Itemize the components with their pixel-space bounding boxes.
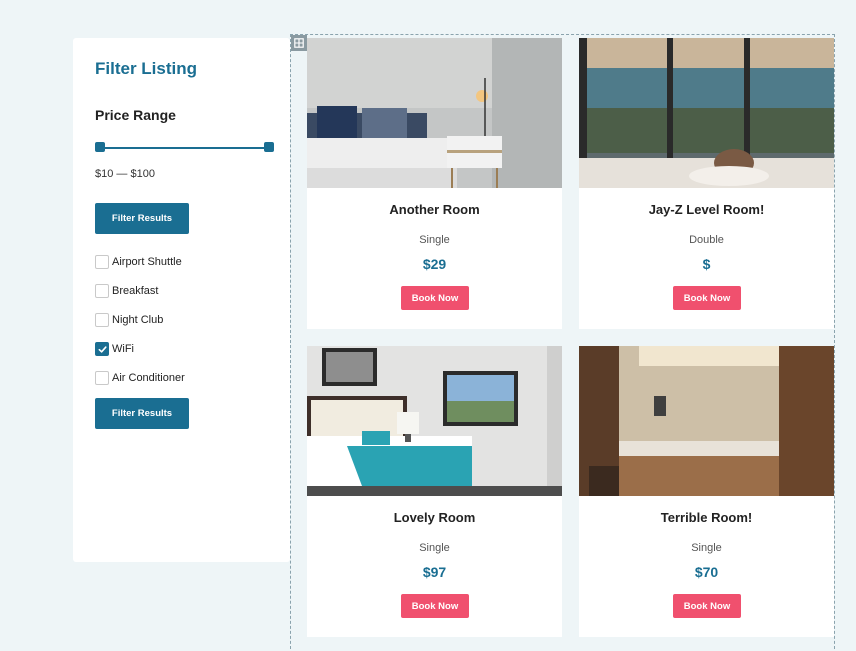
amenity-label: Airport Shuttle bbox=[112, 256, 182, 268]
room-title: Lovely Room bbox=[393, 510, 476, 525]
amenity-label: Air Conditioner bbox=[112, 372, 185, 384]
room-price: $97 bbox=[422, 564, 447, 580]
amenity-label: Night Club bbox=[112, 314, 164, 326]
room-title: Another Room bbox=[389, 202, 480, 217]
room-type: Single bbox=[419, 542, 450, 554]
room-photo bbox=[579, 38, 834, 188]
book-now-button[interactable]: Book Now bbox=[401, 594, 469, 618]
amenity-wifi[interactable]: WiFi bbox=[95, 342, 185, 356]
filter-sidebar: Filter Listing Price Range $10 — $100 Fi… bbox=[73, 38, 290, 562]
checkbox-airport-shuttle[interactable] bbox=[95, 255, 109, 269]
amenity-airport-shuttle[interactable]: Airport Shuttle bbox=[95, 255, 185, 269]
room-title: Jay-Z Level Room! bbox=[648, 202, 765, 217]
checkbox-breakfast[interactable] bbox=[95, 284, 109, 298]
checkmark-icon bbox=[98, 345, 107, 353]
amenity-label: Breakfast bbox=[112, 285, 159, 297]
amenity-air-conditioner[interactable]: Air Conditioner bbox=[95, 371, 185, 385]
book-now-button[interactable]: Book Now bbox=[401, 286, 469, 310]
room-type: Single bbox=[691, 542, 722, 554]
room-price: $29 bbox=[422, 256, 447, 272]
book-now-button[interactable]: Book Now bbox=[673, 594, 741, 618]
room-card: Lovely Room Single $97 Book Now bbox=[307, 346, 562, 637]
room-card: Terrible Room! Single $70 Book Now bbox=[579, 346, 834, 637]
room-listing: Another Room Single $29 Book Now Jay-Z L… bbox=[290, 34, 835, 651]
room-price: $70 bbox=[694, 564, 719, 580]
filter-results-button[interactable]: Filter Results bbox=[95, 203, 189, 234]
amenity-breakfast[interactable]: Breakfast bbox=[95, 284, 185, 298]
room-title: Terrible Room! bbox=[660, 510, 753, 525]
checkbox-night-club[interactable] bbox=[95, 313, 109, 327]
amenity-night-club[interactable]: Night Club bbox=[95, 313, 185, 327]
slider-min-handle[interactable] bbox=[95, 142, 105, 152]
room-photo bbox=[579, 346, 834, 496]
room-card: Jay-Z Level Room! Double $ Book Now bbox=[579, 38, 834, 329]
checkbox-air-conditioner[interactable] bbox=[95, 371, 109, 385]
filter-results-button-bottom[interactable]: Filter Results bbox=[95, 398, 189, 429]
amenity-label: WiFi bbox=[112, 343, 134, 355]
layout-icon[interactable] bbox=[291, 35, 307, 51]
room-type: Double bbox=[689, 234, 724, 246]
slider-track bbox=[99, 147, 270, 149]
room-photo bbox=[307, 346, 562, 496]
price-range-slider[interactable] bbox=[95, 142, 274, 154]
room-photo bbox=[307, 38, 562, 188]
room-card: Another Room Single $29 Book Now bbox=[307, 38, 562, 329]
filter-title: Filter Listing bbox=[95, 59, 197, 78]
room-price: $ bbox=[702, 256, 711, 272]
price-range-heading: Price Range bbox=[95, 107, 176, 123]
room-type: Single bbox=[419, 234, 450, 246]
amenity-list: Airport Shuttle Breakfast Night Club WiF… bbox=[95, 255, 185, 400]
checkbox-wifi[interactable] bbox=[95, 342, 109, 356]
book-now-button[interactable]: Book Now bbox=[673, 286, 741, 310]
slider-max-handle[interactable] bbox=[264, 142, 274, 152]
price-range-value: $10 — $100 bbox=[95, 168, 155, 180]
